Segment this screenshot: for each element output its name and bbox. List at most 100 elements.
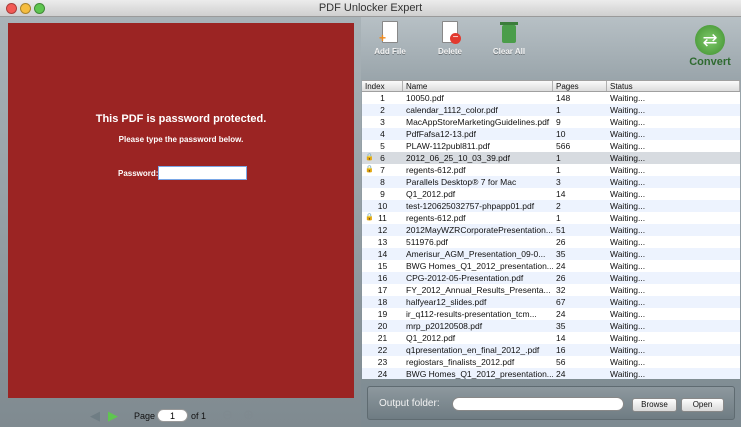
preview-pane: This PDF is password protected. Please t… xyxy=(0,17,361,427)
zoom-out-icon[interactable]: ⊖ xyxy=(222,407,233,423)
cell-index: 19 xyxy=(377,309,388,319)
browse-button[interactable]: Browse xyxy=(632,398,677,412)
clear-all-label: Clear All xyxy=(492,47,526,56)
open-button[interactable]: Open xyxy=(681,398,724,412)
cell-index: 23 xyxy=(377,357,388,367)
table-row[interactable]: 16 CPG-2012-05-Presentation.pdf 26 Waiting.… xyxy=(362,272,740,284)
table-row[interactable]: 12 2012MayWZRCorporatePresentation... 51 Wa… xyxy=(362,224,740,236)
cell-name: test-120625032757-phpapp01.pdf xyxy=(406,201,535,211)
cell-name: calendar_1112_color.pdf xyxy=(406,105,498,115)
cell-status: Waiting... xyxy=(610,117,646,127)
cell-index: 9 xyxy=(380,189,385,199)
cell-status: Waiting... xyxy=(610,201,646,211)
cell-index: 21 xyxy=(377,333,388,343)
table-row[interactable]: 3 MacAppStoreMarketingGuidelines.pdf 9 Wait… xyxy=(362,116,740,128)
cell-name: regiostars_finalists_2012.pdf xyxy=(406,357,515,367)
table-row[interactable]: 5 PLAW-112publ811.pdf 566 Waiting... xyxy=(362,140,740,152)
cell-status: Waiting... xyxy=(610,165,646,175)
table-row[interactable]: 15 BWG Homes_Q1_2012_presentation... 24 Wai… xyxy=(362,260,740,272)
cell-name: halfyear12_slides.pdf xyxy=(406,297,487,307)
table-row[interactable]: 14 Amerisur_AGM_Presentation_09-0... 35 Wai… xyxy=(362,248,740,260)
cell-pages: 24 xyxy=(556,261,566,271)
clear-all-button[interactable]: Clear All xyxy=(487,21,531,56)
table-row[interactable]: 10 test-120625032757-phpapp01.pdf 2 Waiting… xyxy=(362,200,740,212)
cell-index: 4 xyxy=(380,129,385,139)
cell-pages: 1 xyxy=(556,105,561,115)
cell-name: 10050.pdf xyxy=(406,93,444,103)
table-row[interactable]: 🔒 11 regents-612.pdf 1 Waiting... xyxy=(362,212,740,224)
password-input[interactable] xyxy=(158,166,247,180)
cell-name: Q1_2012.pdf xyxy=(406,189,456,199)
cell-name: regents-612.pdf xyxy=(406,213,466,223)
cell-index: 24 xyxy=(377,369,388,379)
delete-button[interactable]: − Delete xyxy=(428,21,472,56)
output-folder-input[interactable] xyxy=(452,397,624,411)
cell-status: Waiting... xyxy=(610,369,646,379)
table-row[interactable]: 23 regiostars_finalists_2012.pdf 56 Waiting… xyxy=(362,356,740,368)
previous-page-icon[interactable]: ◀ xyxy=(90,408,100,424)
table-row[interactable]: 21 Q1_2012.pdf 14 Waiting... xyxy=(362,332,740,344)
add-file-icon: + xyxy=(379,21,401,45)
table-row[interactable]: 17 FY_2012_Annual_Results_Presenta... 32 Wa… xyxy=(362,284,740,296)
table-row[interactable]: 1 10050.pdf 148 Waiting... xyxy=(362,92,740,104)
cell-pages: 35 xyxy=(556,249,566,259)
cell-index: 16 xyxy=(377,273,388,283)
cell-status: Waiting... xyxy=(610,333,646,343)
cell-index: 18 xyxy=(377,297,388,307)
table-row[interactable]: 2 calendar_1112_color.pdf 1 Waiting... xyxy=(362,104,740,116)
column-header-name[interactable]: Name xyxy=(403,81,553,91)
table-row[interactable]: 13 511976.pdf 26 Waiting... xyxy=(362,236,740,248)
zoom-in-icon[interactable]: ⊕ xyxy=(243,407,254,423)
cell-status: Waiting... xyxy=(610,129,646,139)
window-title: PDF Unlocker Expert xyxy=(318,2,423,14)
table-row[interactable]: 9 Q1_2012.pdf 14 Waiting... xyxy=(362,188,740,200)
table-row[interactable]: 20 mrp_p20120508.pdf 35 Waiting... xyxy=(362,320,740,332)
cell-index: 3 xyxy=(380,117,385,127)
table-row[interactable]: 8 Parallels Desktop® 7 for Mac 3 Waiting... xyxy=(362,176,740,188)
column-header-status[interactable]: Status xyxy=(607,81,740,91)
cell-name: MacAppStoreMarketingGuidelines.pdf xyxy=(406,117,550,127)
page-number-input[interactable] xyxy=(157,409,188,422)
cell-index: 🔒 11 xyxy=(365,213,387,223)
cell-name: regents-612.pdf xyxy=(406,165,466,175)
table-row[interactable]: 🔒 6 2012_06_25_10_03_39.pdf 1 Waiting... xyxy=(362,152,740,164)
cell-status: Waiting... xyxy=(610,225,646,235)
convert-label: Convert xyxy=(689,56,731,68)
cell-name: Q1_2012.pdf xyxy=(406,333,456,343)
cell-status: Waiting... xyxy=(610,321,646,331)
cell-pages: 24 xyxy=(556,309,566,319)
table-row[interactable]: 🔒 7 regents-612.pdf 1 Waiting... xyxy=(362,164,740,176)
table-row[interactable]: 18 halfyear12_slides.pdf 67 Waiting... xyxy=(362,296,740,308)
convert-arrows-icon: ⇄ xyxy=(695,25,725,55)
cell-index: 🔒 6 xyxy=(365,153,385,163)
column-header-pages[interactable]: Pages xyxy=(553,81,607,91)
column-header-index[interactable]: Index xyxy=(362,81,403,91)
cell-name: PLAW-112publ811.pdf xyxy=(406,141,490,151)
table-header: Index Name Pages Status xyxy=(362,81,740,92)
add-file-button[interactable]: + Add File xyxy=(368,21,412,56)
table-row[interactable]: 22 q1presentation_en_final_2012_.pdf 16 Wai… xyxy=(362,344,740,356)
cell-pages: 35 xyxy=(556,321,566,331)
delete-label: Delete xyxy=(437,47,462,56)
cell-pages: 14 xyxy=(556,189,566,199)
table-row[interactable]: 24 BWG Homes_Q1_2012_presentation... 24 Wai… xyxy=(362,368,740,379)
file-list-pane: + Add File − Delete Clear All ⇄ Convert … xyxy=(361,17,741,427)
table-row[interactable]: 19 ir_q112-results-presentation_tcm... 24 W… xyxy=(362,308,740,320)
cell-name: 2012MayWZRCorporatePresentation... xyxy=(406,225,553,235)
pdf-preview: This PDF is password protected. Please t… xyxy=(8,23,354,398)
cell-pages: 148 xyxy=(556,93,571,103)
convert-button[interactable]: ⇄ Convert xyxy=(685,25,735,68)
cell-status: Waiting... xyxy=(610,153,646,163)
next-page-icon[interactable]: ▶ xyxy=(108,408,118,424)
cell-pages: 14 xyxy=(556,333,566,343)
cell-pages: 9 xyxy=(556,117,561,127)
cell-index: 13 xyxy=(377,237,388,247)
output-bar: Output folder: Browse Open xyxy=(367,386,735,420)
table-row[interactable]: 4 PdfFafsa12-13.pdf 10 Waiting... xyxy=(362,128,740,140)
table-body: 1 10050.pdf 148 Waiting... 2 calendar_1112_co… xyxy=(362,92,740,379)
cell-index: 14 xyxy=(377,249,388,259)
cell-status: Waiting... xyxy=(610,177,646,187)
cell-pages: 10 xyxy=(556,129,566,139)
cell-pages: 32 xyxy=(556,285,566,295)
lock-icon: 🔒 xyxy=(365,214,374,221)
